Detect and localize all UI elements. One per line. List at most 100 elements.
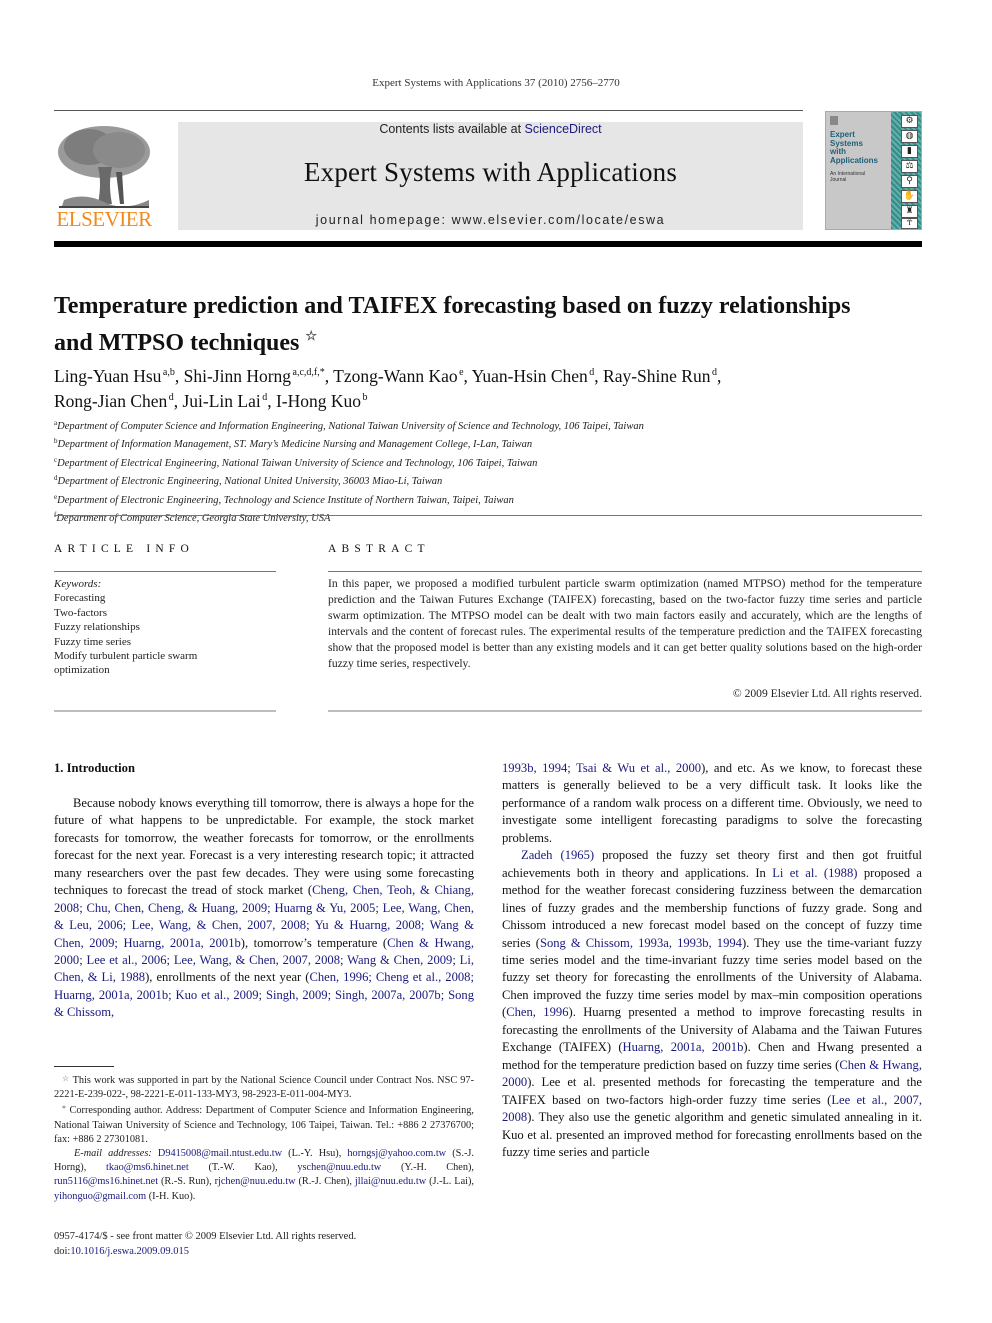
citation-link[interactable]: Chen, 1996 — [506, 1005, 568, 1019]
email-link[interactable]: jllai@nuu.edu.tw — [355, 1176, 426, 1187]
affiliation-text: Department of Computer Science and Infor… — [57, 421, 644, 432]
body-column-left: 1. Introduction Because nobody knows eve… — [54, 760, 474, 1022]
affiliation-text: Department of Electrical Engineering, Na… — [57, 457, 538, 469]
front-matter: 0957-4174/$ - see front matter © 2009 El… — [54, 1230, 554, 1259]
keywords-label: Keywords: — [54, 578, 102, 590]
doi-line: doi:10.1016/j.eswa.2009.09.015 — [54, 1245, 554, 1260]
abstract-heading: ABSTRACT — [328, 543, 430, 555]
author[interactable]: Ray-Shine Run d — [603, 366, 717, 386]
author[interactable]: Ling-Yuan Hsu a,b — [54, 366, 175, 386]
cover-title: Expert Systems with Applications — [830, 130, 878, 165]
email-owner: (R.-J. Chen), — [295, 1176, 355, 1188]
article-info-bottom-rule — [54, 710, 276, 712]
email-link[interactable]: tkao@ms6.hinet.net — [106, 1162, 189, 1173]
author-separator: , — [267, 391, 276, 411]
article-info-heading: ARTICLE INFO — [54, 543, 194, 555]
author-name: Ray-Shine Run — [603, 366, 711, 386]
author-list: Ling-Yuan Hsu a,b, Shi-Jinn Horng a,c,d,… — [54, 362, 914, 412]
paper-title: Temperature prediction and TAIFEX foreca… — [54, 291, 914, 358]
doi-prefix: doi: — [54, 1245, 71, 1257]
email-owner: (T.-W. Kao), — [188, 1162, 298, 1174]
author-separator: , — [716, 366, 722, 386]
citation-link[interactable]: Song & Chissom, 1993a, 1993b, 1994 — [540, 936, 742, 950]
handshake-icon: ✋ — [901, 190, 918, 203]
citation-link[interactable]: 1993b, 1994; Tsai & Wu et al., 2000 — [502, 761, 701, 775]
author[interactable]: Shi-Jinn Horng a,c,d,f,* — [184, 366, 325, 386]
article-info-rule — [54, 571, 276, 572]
globe-icon: ◍ — [901, 130, 918, 143]
keyword: Modify turbulent particle swarm — [54, 650, 198, 663]
email-owner: (I-H. Kuo). — [146, 1190, 196, 1202]
journal-title[interactable]: Expert Systems with Applications — [178, 157, 803, 188]
keyword: Fuzzy relationships — [54, 621, 140, 634]
author-affiliation-marks[interactable]: b — [362, 392, 367, 403]
email-link[interactable]: run5116@ms16.hinet.net — [54, 1176, 158, 1187]
author[interactable]: Jui-Lin Lai d — [182, 391, 267, 411]
journal-citation: Expert Systems with Applications 37 (201… — [372, 77, 620, 89]
keywords-block: Keywords: Forecasting Two-factors Fuzzy … — [54, 577, 284, 678]
affiliation: eDepartment of Electronic Engineering, T… — [54, 490, 914, 508]
affiliation: aDepartment of Computer Science and Info… — [54, 416, 914, 434]
citation-link[interactable]: Huarng, 2001a, 2001b — [623, 1040, 744, 1054]
contents-availability: Contents lists available at ScienceDirec… — [178, 122, 803, 136]
footnote-text: Corresponding author. Address: Departmen… — [54, 1105, 474, 1145]
author-name: Rong-Jian Chen — [54, 391, 168, 411]
author[interactable]: Yuan-Hsin Chen d — [472, 366, 595, 386]
contents-prefix: Contents lists available at — [379, 122, 525, 136]
header-rule — [54, 110, 803, 111]
footnote-asterisk-mark: * — [62, 1104, 66, 1114]
citation-link[interactable]: Li et al. (1988) — [772, 866, 857, 880]
email-link[interactable]: yihonguo@gmail.com — [54, 1191, 146, 1202]
affiliation-text: Department of Electronic Engineering, Te… — [57, 494, 514, 506]
figure-icon: ☥ — [901, 218, 918, 229]
footnotes: ☆ This work was supported in part by the… — [54, 1072, 474, 1204]
affiliations-rule — [54, 515, 922, 516]
keyword: Forecasting — [54, 592, 106, 605]
journal-homepage[interactable]: journal homepage: www.elsevier.com/locat… — [178, 213, 803, 227]
email-link[interactable]: D9415008@mail.ntust.edu.tw — [158, 1148, 282, 1159]
author-name: Yuan-Hsin Chen — [471, 366, 588, 386]
gear-icon: ⚙ — [901, 115, 918, 128]
affiliation: fDepartment of Computer Science, Georgia… — [54, 508, 914, 526]
elsevier-tree-icon — [58, 126, 150, 208]
author-separator: , — [594, 366, 604, 386]
affiliation-text: Department of Information Management, ST… — [57, 439, 533, 451]
email-owner: (L.-Y. Hsu), — [282, 1148, 348, 1160]
email-label: E-mail addresses: — [74, 1148, 152, 1160]
footnote-corresponding: * Corresponding author. Address: Departm… — [54, 1102, 474, 1147]
email-owner: (Y.-H. Chen), — [381, 1162, 474, 1174]
footnote-rule — [54, 1066, 114, 1067]
author-name: Tzong-Wann Kao — [333, 366, 458, 386]
affiliation: dDepartment of Electronic Engineering, N… — [54, 471, 914, 489]
email-link[interactable]: rjchen@nuu.edu.tw — [215, 1176, 296, 1187]
title-line-1: Temperature prediction and TAIFEX foreca… — [54, 293, 851, 319]
issn-line: 0957-4174/$ - see front matter © 2009 El… — [54, 1231, 357, 1242]
journal-banner: Contents lists available at ScienceDirec… — [178, 122, 803, 230]
intro-paragraph-1: Because nobody knows everything till tom… — [54, 795, 474, 1022]
email-owner: (R.-S. Run), — [158, 1176, 215, 1188]
author[interactable]: Tzong-Wann Kao e — [333, 366, 463, 386]
email-link[interactable]: horngsj@yahoo.com.tw — [347, 1148, 446, 1159]
abstract-copyright: © 2009 Elsevier Ltd. All rights reserved… — [732, 687, 922, 700]
email-link[interactable]: yschen@nuu.edu.tw — [297, 1162, 381, 1173]
citation-link[interactable]: Zadeh (1965) — [521, 848, 594, 862]
abstract-text: In this paper, we proposed a modified tu… — [328, 577, 922, 670]
body-column-right: 1993b, 1994; Tsai & Wu et al., 2000), an… — [502, 760, 922, 1161]
author-name: I-Hong Kuo — [275, 391, 362, 411]
title-footnote-star[interactable]: ☆ — [305, 328, 317, 343]
doi-link[interactable]: 10.1016/j.eswa.2009.09.015 — [70, 1246, 189, 1257]
author-affiliation-marks[interactable]: a,b — [163, 367, 175, 378]
elsevier-logo[interactable]: ELSEVIER — [54, 122, 154, 232]
keyword: Fuzzy time series — [54, 635, 131, 648]
sciencedirect-link[interactable]: ScienceDirect — [525, 122, 602, 136]
intro-paragraph-2: Zadeh (1965) proposed the fuzzy set theo… — [502, 847, 922, 1161]
journal-cover-thumbnail[interactable]: Expert Systems with Applications An Inte… — [825, 111, 922, 230]
author[interactable]: Rong-Jian Chen d — [54, 391, 174, 411]
author-name: Shi-Jinn Horng — [183, 366, 292, 386]
tower-icon: ♜ — [901, 205, 918, 218]
author-affiliation-marks[interactable]: a,c,d,f,* — [293, 367, 325, 378]
abstract-bottom-rule — [328, 710, 922, 712]
abstract-rule — [328, 571, 922, 572]
body-text: ), tomorrow’s temperature ( — [240, 935, 388, 950]
author[interactable]: I-Hong Kuo b — [276, 391, 368, 411]
